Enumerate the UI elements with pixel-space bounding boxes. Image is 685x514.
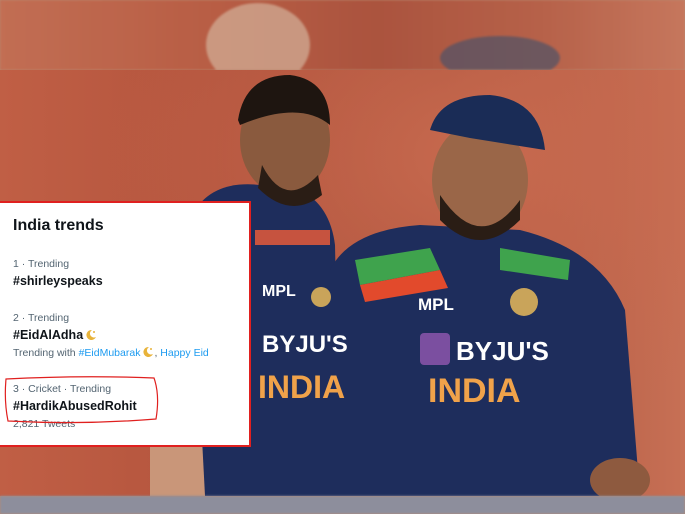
- left-jersey-brand: MPL: [262, 283, 296, 300]
- left-jersey-sponsor: BYJU'S: [262, 331, 348, 358]
- blurred-photo-bottom: [0, 496, 685, 514]
- left-jersey-team: INDIA: [258, 369, 345, 405]
- crescent-moon-icon: [143, 346, 154, 357]
- blurred-photo-top: [0, 0, 685, 87]
- right-jersey-brand: MPL: [418, 295, 454, 314]
- bcci-crest-icon: [311, 287, 331, 307]
- trend-item[interactable]: 2 · Trending #EidAlAdha Trending with #E…: [13, 311, 209, 361]
- byjus-logo-icon: [420, 333, 450, 365]
- eid-mubarak-link[interactable]: #EidMubarak: [79, 347, 141, 359]
- right-jersey-sponsor: BYJU'S: [456, 336, 549, 366]
- trend-item[interactable]: 3 · Cricket · Trending #HardikAbusedRohi…: [13, 382, 137, 431]
- trend-hashtag[interactable]: #HardikAbusedRohit: [13, 398, 137, 415]
- trending-with-line: Trending with #EidMubarak, Happy Eid: [13, 346, 209, 361]
- tweet-count: 2,821 Tweets: [13, 418, 76, 430]
- trend-hashtag[interactable]: #EidAlAdha: [13, 327, 209, 344]
- right-jersey-team: INDIA: [428, 372, 521, 410]
- trend-hashtag[interactable]: #shirleyspeaks: [13, 273, 103, 290]
- trend-meta: 2 · Trending: [13, 312, 70, 324]
- happy-eid-link[interactable]: Happy Eid: [160, 347, 208, 359]
- trend-hashtag-text[interactable]: #EidAlAdha: [13, 328, 83, 342]
- crescent-moon-icon: [86, 329, 97, 340]
- blurred-heads-icon: [206, 3, 560, 87]
- bcci-crest-icon: [510, 288, 538, 316]
- trends-title: India trends: [13, 217, 104, 234]
- trend-meta: 3 · Cricket · Trending: [13, 383, 112, 395]
- trend-meta: 1 · Trending: [13, 258, 70, 270]
- trending-with-label: Trending with: [13, 347, 76, 359]
- trend-item[interactable]: 1 · Trending #shirleyspeaks: [13, 257, 103, 290]
- trends-panel: India trends 1 · Trending #shirleyspeaks…: [0, 201, 251, 447]
- separator: ,: [154, 347, 158, 359]
